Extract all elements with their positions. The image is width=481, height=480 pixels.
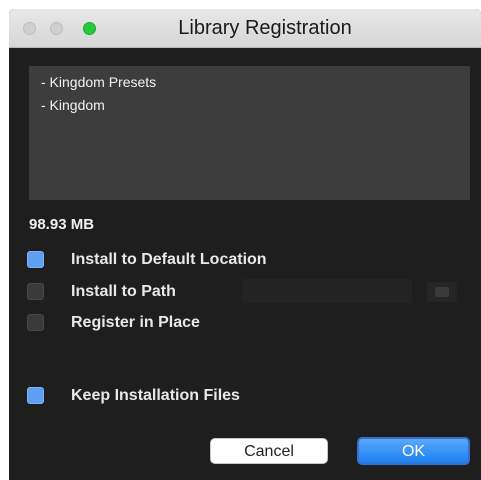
register-in-place-label[interactable]: Register in Place (71, 314, 200, 332)
library-registration-window: Library Registration - Kingdom Presets -… (9, 9, 481, 480)
install-path-label[interactable]: Install to Path (71, 283, 176, 301)
register-in-place-checkbox[interactable] (27, 314, 44, 331)
install-path-checkbox[interactable] (27, 283, 44, 300)
library-size-label: 98.93 MB (29, 216, 95, 233)
window-title: Library Registration (178, 17, 352, 39)
keep-files-checkbox[interactable] (27, 387, 44, 404)
cancel-button[interactable]: Cancel (210, 438, 328, 464)
library-list[interactable]: - Kingdom Presets - Kingdom (29, 66, 470, 200)
install-default-checkbox[interactable] (27, 251, 44, 268)
install-default-label[interactable]: Install to Default Location (71, 251, 267, 269)
browse-folder-button[interactable] (427, 282, 457, 302)
keep-files-label[interactable]: Keep Installation Files (71, 387, 240, 405)
list-item[interactable]: - Kingdom Presets (41, 74, 156, 90)
folder-icon (435, 287, 449, 297)
list-item[interactable]: - Kingdom (41, 97, 105, 113)
ok-button[interactable]: OK (357, 437, 470, 465)
install-path-field[interactable] (242, 279, 412, 303)
title-bar[interactable]: Library Registration (9, 9, 481, 48)
